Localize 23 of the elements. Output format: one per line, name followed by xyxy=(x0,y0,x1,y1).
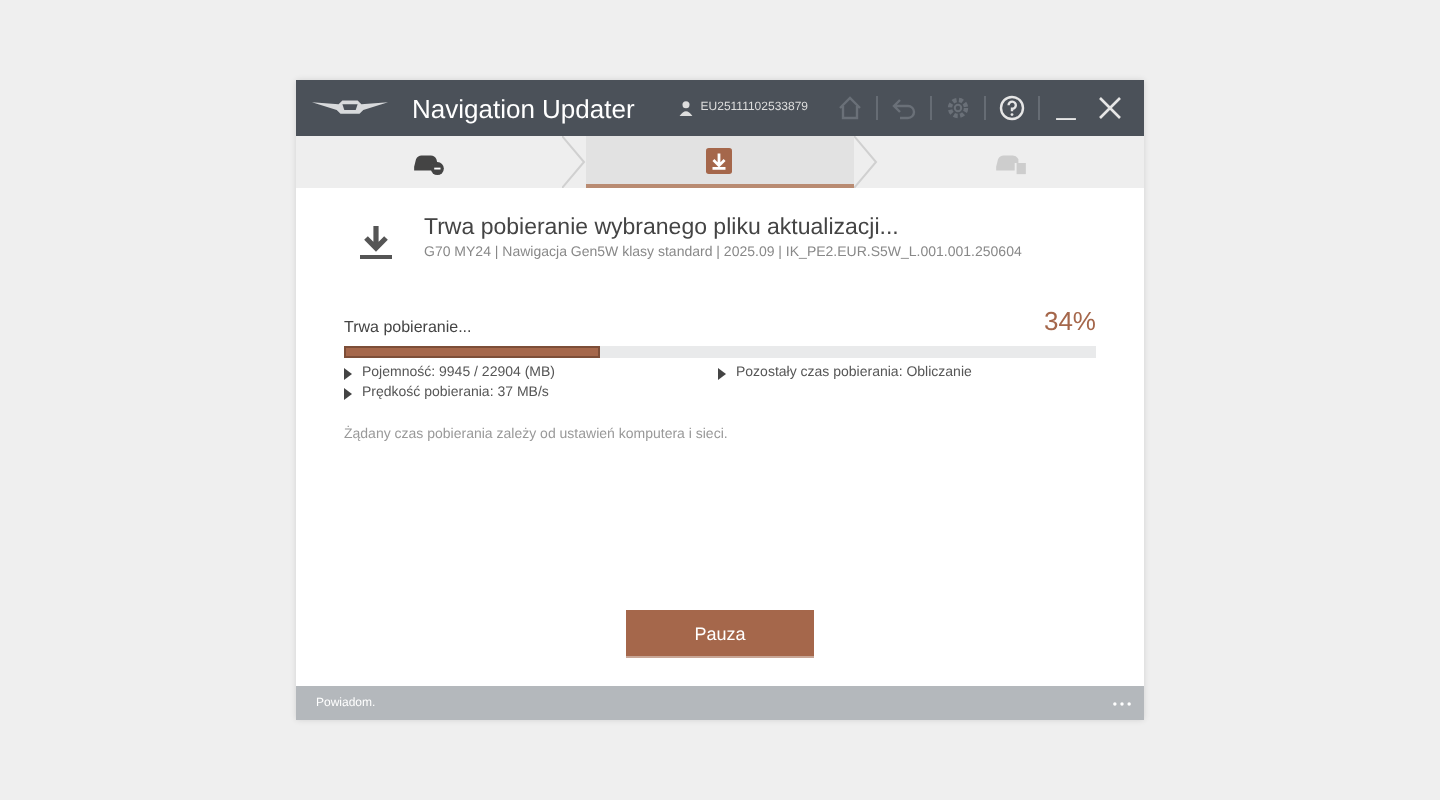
user-icon xyxy=(678,100,695,116)
more-icon[interactable] xyxy=(1112,699,1132,707)
download-icon xyxy=(356,222,396,262)
window-title: Navigation Updater xyxy=(412,93,635,123)
help-icon xyxy=(998,94,1026,122)
pause-button[interactable]: Pauza xyxy=(626,610,814,658)
minimize-icon xyxy=(1056,117,1076,120)
step-separator xyxy=(853,136,878,188)
step-separator xyxy=(562,136,587,188)
status-heading: Trwa pobieranie wybranego pliku aktualizacji... xyxy=(424,216,901,240)
bullet-icon xyxy=(718,367,726,379)
home-icon xyxy=(836,94,864,122)
progress-label: Trwa pobieranie... xyxy=(344,318,472,336)
winged-logo xyxy=(312,98,388,118)
back-arrow-icon xyxy=(890,94,918,122)
step-tab[interactable] xyxy=(586,136,854,188)
bullet-icon xyxy=(344,387,352,399)
help-button[interactable] xyxy=(994,94,1030,122)
bullet-icon xyxy=(344,367,352,379)
download-icon xyxy=(706,147,733,173)
progress-percent: 34% xyxy=(1043,306,1096,336)
close-icon xyxy=(1096,94,1124,122)
gear-icon xyxy=(944,94,972,122)
